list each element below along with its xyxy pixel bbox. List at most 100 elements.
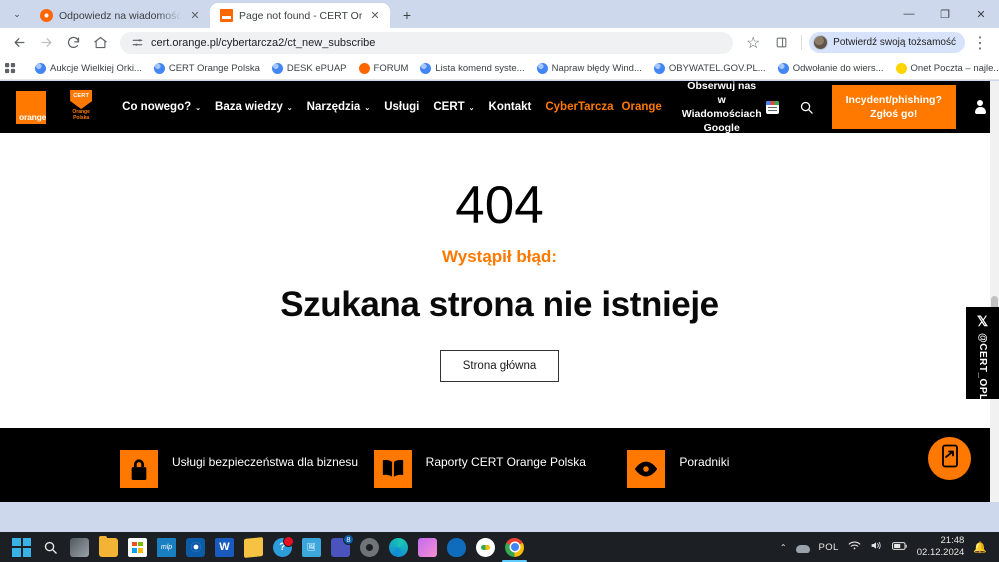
footer-col-guides[interactable]: Poradniki <box>627 449 881 488</box>
nav-item-uslugi[interactable]: Usługi <box>384 101 419 113</box>
notifications-icon[interactable]: 🔔 <box>973 541 987 554</box>
word-icon[interactable]: W <box>215 537 234 557</box>
cert-logo-subtitle: Orange Polska <box>72 109 90 121</box>
outlook-icon[interactable] <box>186 537 205 557</box>
bookmark-star-icon[interactable]: ☆ <box>740 30 766 56</box>
bookmark-label: Odwołanie do wiers... <box>792 62 884 74</box>
error-code: 404 <box>455 176 544 235</box>
site-navigation: orange CERT Orange Polska Co nowego? ⌄ Ba… <box>0 81 999 135</box>
split-view-icon[interactable] <box>768 30 794 56</box>
bookmark-item[interactable]: OBYWATEL.GOV.PL... <box>649 61 771 76</box>
bookmark-label: DESK ePUAP <box>286 62 347 74</box>
tab-strip: ⌄ Odpowiedz na wiadomość - Na ✕ Page not… <box>0 0 999 28</box>
volume-icon[interactable] <box>870 540 883 554</box>
bookmark-item[interactable]: Napraw błędy Wind... <box>532 61 647 76</box>
mlp-app-icon[interactable]: mlp <box>157 537 176 557</box>
cert-orange-polska-logo[interactable]: CERT Orange Polska <box>70 90 93 124</box>
lock-icon <box>120 449 158 488</box>
shield-icon: CERT <box>70 90 93 109</box>
maximize-icon[interactable]: ❐ <box>927 0 963 28</box>
bookmark-item[interactable]: Odwołanie do wiers... <box>773 61 889 76</box>
reload-icon[interactable] <box>60 30 86 56</box>
bookmark-item[interactable]: FORUM <box>354 61 414 76</box>
orange-circle-icon <box>40 9 53 22</box>
globe-icon <box>653 62 665 74</box>
tune-icon[interactable] <box>131 36 144 49</box>
settings-gear-icon[interactable] <box>360 537 379 557</box>
close-icon[interactable]: ✕ <box>188 9 202 23</box>
bookmark-label: FORUM <box>373 62 409 74</box>
nav-item-cybertarcza[interactable]: CyberTarcza Orange <box>545 100 661 114</box>
x-twitter-widget[interactable]: 𝕏 @CERT_OPL <box>966 307 999 401</box>
teams-icon[interactable]: 8 <box>331 533 354 557</box>
url-text: cert.orange.pl/cybertarcza2/ct_new_subsc… <box>151 36 376 49</box>
google-app-icon[interactable] <box>476 537 495 557</box>
identity-pill-button[interactable]: Potwierdź swoją tożsamość <box>809 32 965 53</box>
bookmark-item[interactable]: Onet Poczta – najle... <box>891 61 999 76</box>
yellow-dot-icon <box>895 62 907 74</box>
home-page-button[interactable]: Strona główna <box>439 349 560 382</box>
browser-menu-icon[interactable]: ⋮ <box>967 30 993 56</box>
chrome-icon[interactable] <box>502 537 527 562</box>
browser-tab-2[interactable]: Page not found - CERT Orange ✕ <box>210 3 390 28</box>
battery-icon[interactable] <box>891 541 908 554</box>
search-icon[interactable] <box>41 538 60 557</box>
edge-icon[interactable] <box>389 537 408 557</box>
chevron-up-icon[interactable]: ⌃ <box>780 543 787 552</box>
address-bar[interactable]: cert.orange.pl/cybertarcza2/ct_new_subsc… <box>120 31 734 54</box>
onedrive-icon[interactable] <box>447 537 466 557</box>
report-incident-button[interactable]: Incydent/phishing? Zgłoś go! <box>831 84 956 130</box>
close-window-icon[interactable]: ✕ <box>963 0 999 28</box>
back-icon[interactable] <box>6 30 32 56</box>
photos-icon[interactable]: 🖼 <box>302 537 321 557</box>
wifi-icon[interactable] <box>848 540 861 554</box>
nav-item-cert[interactable]: CERT ⌄ <box>433 101 474 113</box>
page-scrollbar-track[interactable] <box>990 81 999 502</box>
taskbar-app-icons: mlp W ? 🖼 8 <box>12 533 527 562</box>
onedrive-tray-icon[interactable] <box>795 542 810 553</box>
page-title: Szukana strona nie istnieje <box>280 284 719 324</box>
tab-title: Odpowiedz na wiadomość - Na <box>59 9 182 22</box>
minimize-icon[interactable]: — <box>891 0 927 28</box>
bookmark-item[interactable]: Aukcje Wielkiej Orki... <box>30 61 147 76</box>
help-icon[interactable]: ? <box>273 535 294 557</box>
photo-editor-icon[interactable] <box>418 537 437 557</box>
clock[interactable]: 21:48 02.12.2024 <box>917 535 965 559</box>
file-explorer-icon[interactable] <box>99 535 118 557</box>
tab-title: Page not found - CERT Orange <box>239 9 362 22</box>
clock-date: 02.12.2024 <box>916 547 965 558</box>
nav-item-narzedzia[interactable]: Narzędzia ⌄ <box>307 101 371 113</box>
main-menu: Co nowego? ⌄ Baza wiedzy ⌄ Narzędzia ⌄ U… <box>122 100 662 114</box>
browser-toolbar: cert.orange.pl/cybertarcza2/ct_new_subsc… <box>0 28 999 57</box>
x-logo-icon: 𝕏 <box>976 313 989 329</box>
task-view-icon[interactable] <box>70 537 89 557</box>
orange-logo[interactable]: orange <box>16 90 46 124</box>
bookmark-item[interactable]: Lista komend syste... <box>415 61 529 76</box>
search-icon[interactable] <box>799 96 814 118</box>
microsoft-store-icon[interactable] <box>128 537 147 557</box>
nav-item-kontakt[interactable]: Kontakt <box>489 101 532 113</box>
start-button[interactable] <box>12 537 31 557</box>
footer-col-reports[interactable]: Raporty CERT Orange Polska <box>373 449 628 488</box>
bookmark-item[interactable]: DESK ePUAP <box>267 61 352 76</box>
bookmark-label: Onet Poczta – najle... <box>910 62 999 74</box>
footer-col-label: Poradniki <box>679 454 730 469</box>
browser-tab-1[interactable]: Odpowiedz na wiadomość - Na ✕ <box>30 3 210 28</box>
language-indicator[interactable]: POL <box>819 542 839 553</box>
tab-search-chevron-icon[interactable]: ⌄ <box>4 1 30 27</box>
footer-col-business-security[interactable]: Usługi bezpieczeństwa dla biznesu <box>120 449 374 488</box>
nav-item-co-nowego[interactable]: Co nowego? ⌄ <box>122 101 201 113</box>
bookmark-item[interactable]: CERT Orange Polska <box>149 61 265 76</box>
close-icon[interactable]: ✕ <box>368 9 382 23</box>
globe-icon <box>153 62 165 74</box>
globe-icon <box>420 62 432 74</box>
sticky-notes-icon[interactable] <box>244 536 263 558</box>
mobile-app-fab-button[interactable] <box>928 437 971 480</box>
home-icon[interactable] <box>87 30 113 56</box>
apps-grid-icon[interactable] <box>5 58 16 78</box>
nav-item-baza-wiedzy[interactable]: Baza wiedzy ⌄ <box>215 101 293 113</box>
new-tab-button[interactable]: + <box>396 4 418 26</box>
forward-icon[interactable] <box>33 30 59 56</box>
user-icon <box>974 99 987 115</box>
google-news-follow[interactable]: Obserwuj nas w Wiadomościach Google <box>682 81 779 135</box>
